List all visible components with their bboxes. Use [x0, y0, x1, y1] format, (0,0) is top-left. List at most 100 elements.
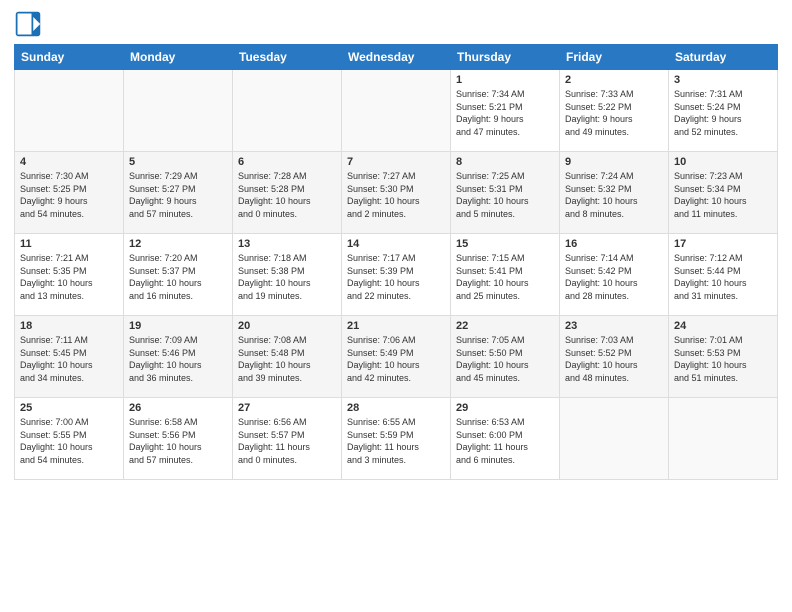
- calendar-cell: [124, 70, 233, 152]
- week-row-2: 4 Sunrise: 7:30 AM Sunset: 5:25 PM Daylig…: [15, 152, 778, 234]
- calendar-header: SundayMondayTuesdayWednesdayThursdayFrid…: [15, 45, 778, 70]
- cell-content: Sunrise: 7:17 AM Sunset: 5:39 PM Dayligh…: [347, 252, 445, 302]
- page: SundayMondayTuesdayWednesdayThursdayFrid…: [0, 0, 792, 612]
- calendar-cell: 28 Sunrise: 6:55 AM Sunset: 5:59 PM Dayli…: [342, 398, 451, 480]
- calendar-cell: 7 Sunrise: 7:27 AM Sunset: 5:30 PM Daylig…: [342, 152, 451, 234]
- cell-content: Sunrise: 7:20 AM Sunset: 5:37 PM Dayligh…: [129, 252, 227, 302]
- day-number: 3: [674, 74, 772, 86]
- calendar-cell: 23 Sunrise: 7:03 AM Sunset: 5:52 PM Dayli…: [560, 316, 669, 398]
- calendar-cell: 29 Sunrise: 6:53 AM Sunset: 6:00 PM Dayli…: [451, 398, 560, 480]
- cell-content: Sunrise: 7:06 AM Sunset: 5:49 PM Dayligh…: [347, 334, 445, 384]
- cell-content: Sunrise: 6:55 AM Sunset: 5:59 PM Dayligh…: [347, 416, 445, 466]
- calendar-cell: 13 Sunrise: 7:18 AM Sunset: 5:38 PM Dayli…: [233, 234, 342, 316]
- calendar-table: SundayMondayTuesdayWednesdayThursdayFrid…: [14, 44, 778, 480]
- calendar-cell: [342, 70, 451, 152]
- day-number: 5: [129, 156, 227, 168]
- cell-content: Sunrise: 7:21 AM Sunset: 5:35 PM Dayligh…: [20, 252, 118, 302]
- calendar-cell: 26Sunrise: 6:58 AM Sunset: 5:56 PM Dayli…: [124, 398, 233, 480]
- calendar-cell: 1 Sunrise: 7:34 AM Sunset: 5:21 PM Daylig…: [451, 70, 560, 152]
- week-row-5: 25 Sunrise: 7:00 AM Sunset: 5:55 PM Dayli…: [15, 398, 778, 480]
- day-number: 2: [565, 74, 663, 86]
- day-number: 17: [674, 238, 772, 250]
- cell-content: Sunrise: 7:23 AM Sunset: 5:34 PM Dayligh…: [674, 170, 772, 220]
- cell-content: Sunrise: 7:01 AM Sunset: 5:53 PM Dayligh…: [674, 334, 772, 384]
- calendar-cell: 2 Sunrise: 7:33 AM Sunset: 5:22 PM Daylig…: [560, 70, 669, 152]
- day-number: 24: [674, 320, 772, 332]
- cell-content: Sunrise: 7:03 AM Sunset: 5:52 PM Dayligh…: [565, 334, 663, 384]
- day-number: 10: [674, 156, 772, 168]
- header-row: SundayMondayTuesdayWednesdayThursdayFrid…: [15, 45, 778, 70]
- calendar-cell: 27Sunrise: 6:56 AM Sunset: 5:57 PM Dayli…: [233, 398, 342, 480]
- cell-content: Sunrise: 7:24 AM Sunset: 5:32 PM Dayligh…: [565, 170, 663, 220]
- calendar-cell: 12Sunrise: 7:20 AM Sunset: 5:37 PM Dayli…: [124, 234, 233, 316]
- header: [14, 10, 778, 38]
- day-number: 18: [20, 320, 118, 332]
- calendar-cell: 16 Sunrise: 7:14 AM Sunset: 5:42 PM Dayli…: [560, 234, 669, 316]
- cell-content: Sunrise: 6:53 AM Sunset: 6:00 PM Dayligh…: [456, 416, 554, 466]
- logo: [14, 10, 46, 38]
- calendar-cell: 4 Sunrise: 7:30 AM Sunset: 5:25 PM Daylig…: [15, 152, 124, 234]
- day-number: 19: [129, 320, 227, 332]
- day-number: 21: [347, 320, 445, 332]
- day-number: 1: [456, 74, 554, 86]
- cell-content: Sunrise: 7:05 AM Sunset: 5:50 PM Dayligh…: [456, 334, 554, 384]
- calendar-cell: 11Sunrise: 7:21 AM Sunset: 5:35 PM Dayli…: [15, 234, 124, 316]
- calendar-cell: 22 Sunrise: 7:05 AM Sunset: 5:50 PM Dayli…: [451, 316, 560, 398]
- calendar-cell: 17Sunrise: 7:12 AM Sunset: 5:44 PM Dayli…: [669, 234, 778, 316]
- day-number: 27: [238, 402, 336, 414]
- day-number: 8: [456, 156, 554, 168]
- day-number: 23: [565, 320, 663, 332]
- day-number: 16: [565, 238, 663, 250]
- cell-content: Sunrise: 7:33 AM Sunset: 5:22 PM Dayligh…: [565, 88, 663, 138]
- day-number: 25: [20, 402, 118, 414]
- cell-content: Sunrise: 7:15 AM Sunset: 5:41 PM Dayligh…: [456, 252, 554, 302]
- day-number: 13: [238, 238, 336, 250]
- cell-content: Sunrise: 7:29 AM Sunset: 5:27 PM Dayligh…: [129, 170, 227, 220]
- cell-content: Sunrise: 7:27 AM Sunset: 5:30 PM Dayligh…: [347, 170, 445, 220]
- cell-content: Sunrise: 7:09 AM Sunset: 5:46 PM Dayligh…: [129, 334, 227, 384]
- calendar-cell: [669, 398, 778, 480]
- calendar-cell: 21 Sunrise: 7:06 AM Sunset: 5:49 PM Dayli…: [342, 316, 451, 398]
- calendar-cell: 20Sunrise: 7:08 AM Sunset: 5:48 PM Dayli…: [233, 316, 342, 398]
- cell-content: Sunrise: 7:00 AM Sunset: 5:55 PM Dayligh…: [20, 416, 118, 466]
- day-number: 6: [238, 156, 336, 168]
- calendar-cell: 5 Sunrise: 7:29 AM Sunset: 5:27 PM Daylig…: [124, 152, 233, 234]
- cell-content: Sunrise: 7:11 AM Sunset: 5:45 PM Dayligh…: [20, 334, 118, 384]
- cell-content: Sunrise: 7:28 AM Sunset: 5:28 PM Dayligh…: [238, 170, 336, 220]
- cell-content: Sunrise: 7:14 AM Sunset: 5:42 PM Dayligh…: [565, 252, 663, 302]
- header-cell-thursday: Thursday: [451, 45, 560, 70]
- logo-icon: [14, 10, 42, 38]
- week-row-3: 11Sunrise: 7:21 AM Sunset: 5:35 PM Dayli…: [15, 234, 778, 316]
- calendar-cell: 3Sunrise: 7:31 AM Sunset: 5:24 PM Daylig…: [669, 70, 778, 152]
- calendar-cell: 10 Sunrise: 7:23 AM Sunset: 5:34 PM Dayli…: [669, 152, 778, 234]
- calendar-cell: 19 Sunrise: 7:09 AM Sunset: 5:46 PM Dayli…: [124, 316, 233, 398]
- calendar-cell: 24 Sunrise: 7:01 AM Sunset: 5:53 PM Dayli…: [669, 316, 778, 398]
- calendar-cell: 25 Sunrise: 7:00 AM Sunset: 5:55 PM Dayli…: [15, 398, 124, 480]
- calendar-cell: [15, 70, 124, 152]
- day-number: 22: [456, 320, 554, 332]
- day-number: 15: [456, 238, 554, 250]
- cell-content: Sunrise: 7:18 AM Sunset: 5:38 PM Dayligh…: [238, 252, 336, 302]
- cell-content: Sunrise: 7:25 AM Sunset: 5:31 PM Dayligh…: [456, 170, 554, 220]
- calendar-cell: [233, 70, 342, 152]
- cell-content: Sunrise: 7:08 AM Sunset: 5:48 PM Dayligh…: [238, 334, 336, 384]
- calendar-cell: 14Sunrise: 7:17 AM Sunset: 5:39 PM Dayli…: [342, 234, 451, 316]
- calendar-cell: 6 Sunrise: 7:28 AM Sunset: 5:28 PM Daylig…: [233, 152, 342, 234]
- day-number: 9: [565, 156, 663, 168]
- calendar-body: 1 Sunrise: 7:34 AM Sunset: 5:21 PM Daylig…: [15, 70, 778, 480]
- calendar-cell: 15 Sunrise: 7:15 AM Sunset: 5:41 PM Dayli…: [451, 234, 560, 316]
- day-number: 26: [129, 402, 227, 414]
- calendar-cell: 18 Sunrise: 7:11 AM Sunset: 5:45 PM Dayli…: [15, 316, 124, 398]
- calendar-cell: 9 Sunrise: 7:24 AM Sunset: 5:32 PM Daylig…: [560, 152, 669, 234]
- day-number: 7: [347, 156, 445, 168]
- cell-content: Sunrise: 7:30 AM Sunset: 5:25 PM Dayligh…: [20, 170, 118, 220]
- header-cell-wednesday: Wednesday: [342, 45, 451, 70]
- header-cell-saturday: Saturday: [669, 45, 778, 70]
- cell-content: Sunrise: 7:34 AM Sunset: 5:21 PM Dayligh…: [456, 88, 554, 138]
- week-row-1: 1 Sunrise: 7:34 AM Sunset: 5:21 PM Daylig…: [15, 70, 778, 152]
- header-cell-friday: Friday: [560, 45, 669, 70]
- week-row-4: 18 Sunrise: 7:11 AM Sunset: 5:45 PM Dayli…: [15, 316, 778, 398]
- day-number: 4: [20, 156, 118, 168]
- day-number: 28: [347, 402, 445, 414]
- day-number: 29: [456, 402, 554, 414]
